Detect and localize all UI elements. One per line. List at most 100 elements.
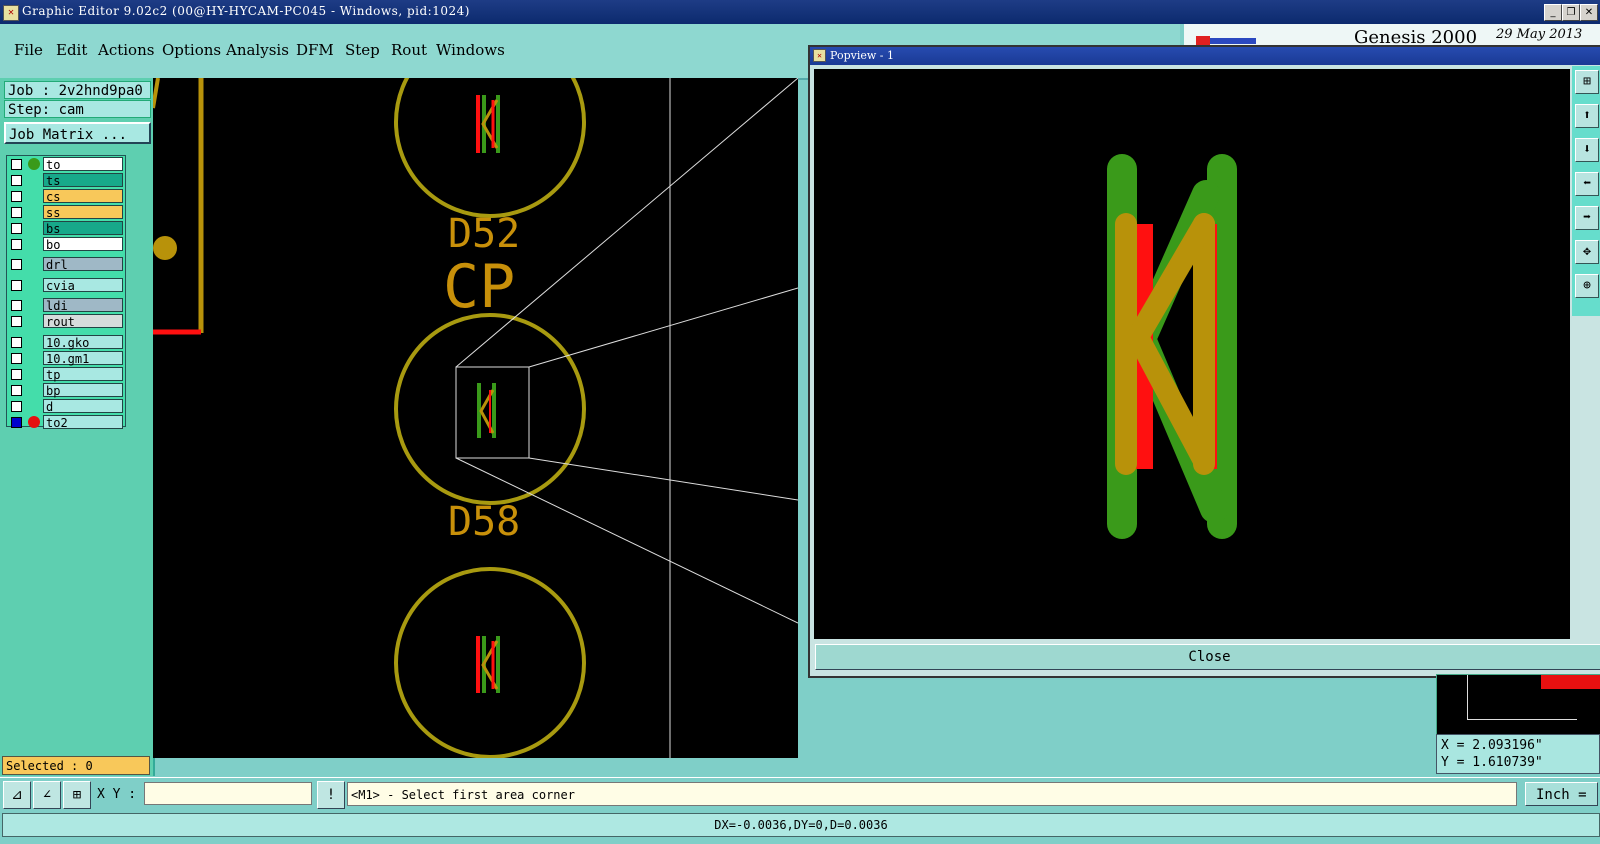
layer-checkbox[interactable] (11, 239, 22, 250)
status-text: DX=-0.0036,DY=0,D=0.0036 (2, 813, 1600, 837)
layer-name[interactable]: ts (43, 173, 123, 188)
menu-step[interactable]: Step (345, 41, 380, 59)
y-coordinate: Y = 1.610739" (1441, 755, 1543, 770)
measure-icon[interactable]: ∠ (33, 781, 61, 809)
xy-label: X Y : (97, 787, 137, 802)
layer-row-to2[interactable]: to2 (9, 415, 123, 430)
layer-name[interactable]: drl (43, 257, 123, 272)
component-silk (477, 383, 496, 438)
zoom-guide-line (528, 457, 798, 501)
command-bar: ⊿ ∠ ⊞ X Y : ! <M1> - Select first area c… (0, 777, 1600, 811)
left-panel: Job : 2v2hnd9pa0 Step: cam Job Matrix ..… (0, 78, 155, 776)
board-outline (153, 78, 160, 109)
job-matrix-button[interactable]: Job Matrix ... (4, 122, 151, 144)
close-window-button[interactable]: ✕ (1580, 4, 1598, 21)
snap-mode-icon[interactable]: ⊿ (3, 781, 31, 809)
layer-row-bp[interactable]: bp (9, 383, 123, 398)
grid-icon[interactable]: ⊞ (63, 781, 91, 809)
layer-row-cvia[interactable]: cvia (9, 278, 123, 293)
pan-down-icon[interactable]: ⬇ (1575, 138, 1599, 162)
menu-analysis[interactable]: Analysis (226, 41, 289, 59)
layer-checkbox[interactable] (11, 353, 22, 364)
layer-row-d[interactable]: d (9, 399, 123, 414)
layer-name[interactable]: bs (43, 221, 123, 236)
layer-row-drl[interactable]: drl (9, 257, 123, 272)
layer-row-10-gko[interactable]: 10.gko (9, 335, 123, 350)
menu-rout[interactable]: Rout (391, 41, 427, 59)
layer-checkbox[interactable] (11, 417, 22, 428)
layer-checkbox[interactable] (11, 191, 22, 202)
layer-checkbox[interactable] (11, 259, 22, 270)
popview-title: Popview - 1 (830, 49, 894, 62)
menu-actions[interactable]: Actions (98, 41, 154, 59)
layer-name[interactable]: to2 (43, 415, 123, 430)
layer-row-ldi[interactable]: ldi (9, 298, 123, 313)
menu-edit[interactable]: Edit (56, 41, 87, 59)
layer-checkbox[interactable] (11, 401, 22, 412)
popview-title-bar[interactable]: Popview - 1 (810, 47, 1600, 65)
brand-date: 29 May 2013 (1496, 27, 1583, 42)
popview-close-button[interactable]: Close (815, 644, 1600, 670)
graphic-canvas[interactable]: D52 CP D58 (153, 78, 798, 758)
layer-row-to[interactable]: to (9, 157, 123, 172)
layer-status-dot (28, 416, 40, 428)
layer-checkbox[interactable] (11, 369, 22, 380)
layer-name[interactable]: bo (43, 237, 123, 252)
layer-name[interactable]: 10.gko (43, 335, 123, 350)
layer-name[interactable]: bp (43, 383, 123, 398)
pan-right-icon[interactable]: ➡ (1575, 206, 1599, 230)
layer-row-tp[interactable]: tp (9, 367, 123, 382)
maximize-button[interactable]: ❐ (1562, 4, 1580, 21)
layer-checkbox[interactable] (11, 316, 22, 327)
zoom-in-icon[interactable]: ⊞ (1575, 70, 1599, 94)
unit-selector[interactable]: Inch = (1525, 782, 1598, 806)
layer-name[interactable]: ldi (43, 298, 123, 313)
layer-checkbox[interactable] (11, 280, 22, 291)
layer-checkbox[interactable] (11, 385, 22, 396)
menu-file[interactable]: File (14, 41, 43, 59)
layer-checkbox[interactable] (11, 175, 22, 186)
layer-name[interactable]: to (43, 157, 123, 172)
mini-map-frame (1467, 719, 1577, 720)
menu-dfm[interactable]: DFM (296, 41, 334, 59)
popview-canvas[interactable] (814, 69, 1570, 639)
layer-row-ss[interactable]: ss (9, 205, 123, 220)
pan-left-icon[interactable]: ⬅ (1575, 172, 1599, 196)
layer-name[interactable]: ss (43, 205, 123, 220)
layer-checkbox[interactable] (11, 223, 22, 234)
menu-options[interactable]: Options (162, 41, 221, 59)
layer-checkbox[interactable] (11, 300, 22, 311)
mini-map-view-rect (1541, 675, 1600, 689)
menu-windows[interactable]: Windows (436, 41, 505, 59)
layer-name[interactable]: d (43, 399, 123, 414)
prompt-message: <M1> - Select first area corner (347, 782, 1517, 806)
layer-row-rout[interactable]: rout (9, 314, 123, 329)
layer-status-dot (28, 158, 40, 170)
layer-row-bs[interactable]: bs (9, 221, 123, 236)
xy-input[interactable] (144, 782, 312, 805)
layer-checkbox[interactable] (11, 207, 22, 218)
zoom-guide-line (528, 287, 798, 368)
app-icon[interactable]: ✕ (3, 5, 19, 21)
layer-name[interactable]: cvia (43, 278, 123, 293)
layer-checkbox[interactable] (11, 159, 22, 170)
layer-row-10-gm1[interactable]: 10.gm1 (9, 351, 123, 366)
fit-icon[interactable]: ✥ (1575, 240, 1599, 264)
alert-icon[interactable]: ! (317, 781, 345, 809)
layer-name[interactable]: cs (43, 189, 123, 204)
pan-up-icon[interactable]: ⬆ (1575, 104, 1599, 128)
layer-list: to ts cs ss bs bo drl cvia ldi rout 10.gko 10.gm1 tp… (6, 155, 126, 430)
minimize-button[interactable]: _ (1544, 4, 1562, 21)
layer-checkbox[interactable] (11, 337, 22, 348)
mini-map-frame (1467, 675, 1468, 719)
layer-name[interactable]: tp (43, 367, 123, 382)
layer-name[interactable]: 10.gm1 (43, 351, 123, 366)
layer-name[interactable]: rout (43, 314, 123, 329)
selected-count: Selected : 0 (2, 756, 150, 775)
layer-row-bo[interactable]: bo (9, 237, 123, 252)
mini-map[interactable] (1436, 674, 1600, 736)
layer-row-ts[interactable]: ts (9, 173, 123, 188)
job-label: Job : 2v2hnd9pa0 (4, 81, 151, 99)
center-icon[interactable]: ⊕ (1575, 274, 1599, 298)
layer-row-cs[interactable]: cs (9, 189, 123, 204)
